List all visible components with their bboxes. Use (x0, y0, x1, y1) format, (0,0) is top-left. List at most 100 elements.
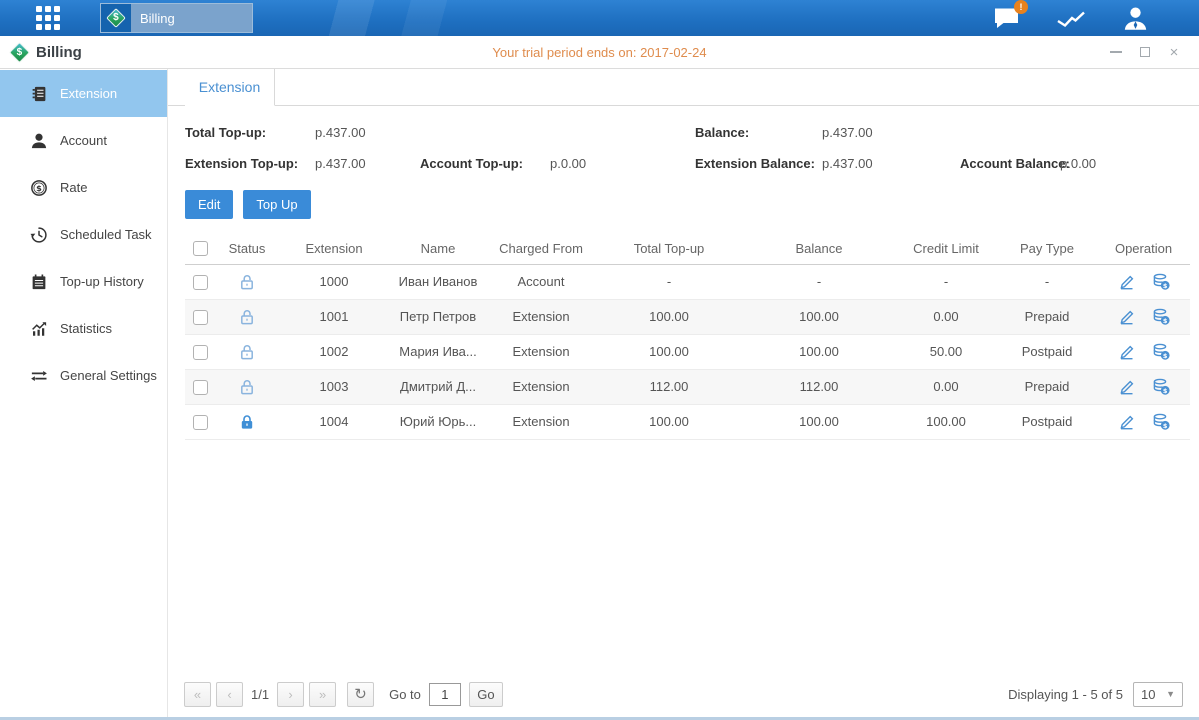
prev-page-button[interactable]: ‹ (216, 682, 243, 707)
account-balance-label: Account Balance: (960, 156, 1070, 171)
sidebar-item-scheduled-task[interactable]: Scheduled Task (0, 211, 167, 258)
col-charged-from: Charged From (487, 233, 595, 264)
sidebar-item-label: Rate (60, 180, 87, 195)
row-checkbox[interactable] (193, 275, 208, 290)
minimize-button[interactable] (1109, 45, 1123, 59)
table-row: 1000 Иван Иванов Account - - - - (185, 264, 1190, 299)
cell-extension: 1003 (279, 369, 389, 404)
cell-total-topup: 100.00 (595, 299, 743, 334)
top-up-coins-icon[interactable]: $ (1152, 308, 1170, 325)
cell-pay-type: Postpaid (997, 334, 1097, 369)
goto-label: Go to (389, 687, 421, 702)
cell-credit-limit: 100.00 (895, 404, 997, 439)
next-page-button[interactable]: › (277, 682, 304, 707)
svg-text:$: $ (1162, 422, 1167, 430)
sidebar-item-rate[interactable]: $ Rate (0, 164, 167, 211)
close-button[interactable]: × (1167, 45, 1181, 59)
cell-pay-type: Prepaid (997, 299, 1097, 334)
reports-button[interactable] (1056, 6, 1086, 30)
edit-pencil-icon[interactable] (1118, 413, 1135, 430)
account-topup-label: Account Top-up: (420, 156, 523, 171)
edit-button[interactable]: Edit (185, 190, 233, 219)
sidebar-item-label: Statistics (60, 321, 112, 336)
sidebar-item-extension[interactable]: Extension (0, 70, 167, 117)
row-checkbox[interactable] (193, 310, 208, 325)
cell-charged-from: Extension (487, 299, 595, 334)
svg-text:$: $ (1162, 352, 1167, 360)
cell-extension: 1004 (279, 404, 389, 439)
trial-notice: Your trial period ends on: 2017-02-24 (0, 45, 1199, 60)
cell-total-topup: - (595, 264, 743, 299)
cell-name: Юрий Юрь... (389, 404, 487, 439)
cell-pay-type: Postpaid (997, 404, 1097, 439)
col-credit-limit: Credit Limit (895, 233, 997, 264)
table-row: 1002 Мария Ива... Extension 100.00 100.0… (185, 334, 1190, 369)
extension-topup-value: p.437.00 (315, 156, 366, 171)
maximize-button[interactable] (1138, 45, 1152, 59)
displaying-status: Displaying 1 - 5 of 5 (1008, 687, 1123, 702)
cell-pay-type: - (997, 264, 1097, 299)
col-total-topup: Total Top-up (595, 233, 743, 264)
col-operation: Operation (1097, 233, 1190, 264)
page-size-select[interactable]: 10 ▼ (1133, 682, 1183, 707)
cell-name: Дмитрий Д... (389, 369, 487, 404)
messages-button[interactable]: ! (993, 6, 1020, 30)
sidebar-item-account[interactable]: Account (0, 117, 167, 164)
cell-total-topup: 100.00 (595, 404, 743, 439)
refresh-icon[interactable]: ↻ (347, 682, 374, 707)
cell-charged-from: Extension (487, 369, 595, 404)
system-topbar: $ Billing ! (0, 0, 1199, 36)
account-topup-value: p.0.00 (550, 156, 586, 171)
cell-name: Мария Ива... (389, 334, 487, 369)
row-checkbox[interactable] (193, 380, 208, 395)
tab-extension[interactable]: Extension (185, 69, 275, 106)
top-up-coins-icon[interactable]: $ (1152, 273, 1170, 290)
top-up-coins-icon[interactable]: $ (1152, 378, 1170, 395)
top-up-coins-icon[interactable]: $ (1152, 343, 1170, 360)
sidebar-item-topup-history[interactable]: Top-up History (0, 258, 167, 305)
edit-pencil-icon[interactable] (1118, 378, 1135, 395)
line-chart-icon (1056, 6, 1086, 30)
person-icon (30, 132, 48, 150)
apps-grid-icon[interactable] (36, 6, 60, 30)
go-button[interactable]: Go (469, 682, 503, 707)
cell-total-topup: 100.00 (595, 334, 743, 369)
sidebar-item-statistics[interactable]: Statistics (0, 305, 167, 352)
tab-bar: Extension (168, 69, 1199, 106)
extension-topup-label: Extension Top-up: (185, 156, 298, 171)
cell-charged-from: Extension (487, 404, 595, 439)
row-checkbox[interactable] (193, 345, 208, 360)
edit-pencil-icon[interactable] (1118, 273, 1135, 290)
extension-balance-value: p.437.00 (822, 156, 873, 171)
col-extension: Extension (279, 233, 389, 264)
billing-diamond-icon: $ (101, 4, 131, 32)
calendar-icon (30, 273, 48, 291)
sidebar-item-general-settings[interactable]: General Settings (0, 352, 167, 399)
chevron-down-icon: ▼ (1166, 689, 1175, 699)
stats-chart-icon (30, 320, 48, 338)
taskbar-item-billing[interactable]: $ Billing (100, 3, 253, 33)
table-header-row: Status Extension Name Charged From Total… (185, 233, 1190, 264)
last-page-button[interactable]: » (309, 682, 336, 707)
goto-page-input[interactable] (429, 683, 461, 706)
user-account-button[interactable] (1122, 5, 1149, 32)
extension-table: Status Extension Name Charged From Total… (185, 233, 1190, 440)
sidebar-item-label: Scheduled Task (60, 227, 152, 242)
col-status: Status (215, 233, 279, 264)
lock-open-icon (239, 309, 255, 325)
row-checkbox[interactable] (193, 415, 208, 430)
cell-name: Петр Петров (389, 299, 487, 334)
cell-credit-limit: - (895, 264, 997, 299)
cell-name: Иван Иванов (389, 264, 487, 299)
lock-open-icon (239, 379, 255, 395)
top-up-coins-icon[interactable]: $ (1152, 413, 1170, 430)
edit-pencil-icon[interactable] (1118, 308, 1135, 325)
edit-pencil-icon[interactable] (1118, 343, 1135, 360)
cell-balance: 112.00 (743, 369, 895, 404)
top-up-button[interactable]: Top Up (243, 190, 310, 219)
total-topup-label: Total Top-up: (185, 125, 266, 140)
first-page-button[interactable]: « (184, 682, 211, 707)
page-indicator: 1/1 (251, 687, 269, 702)
select-all-checkbox[interactable] (193, 241, 208, 256)
cell-charged-from: Account (487, 264, 595, 299)
